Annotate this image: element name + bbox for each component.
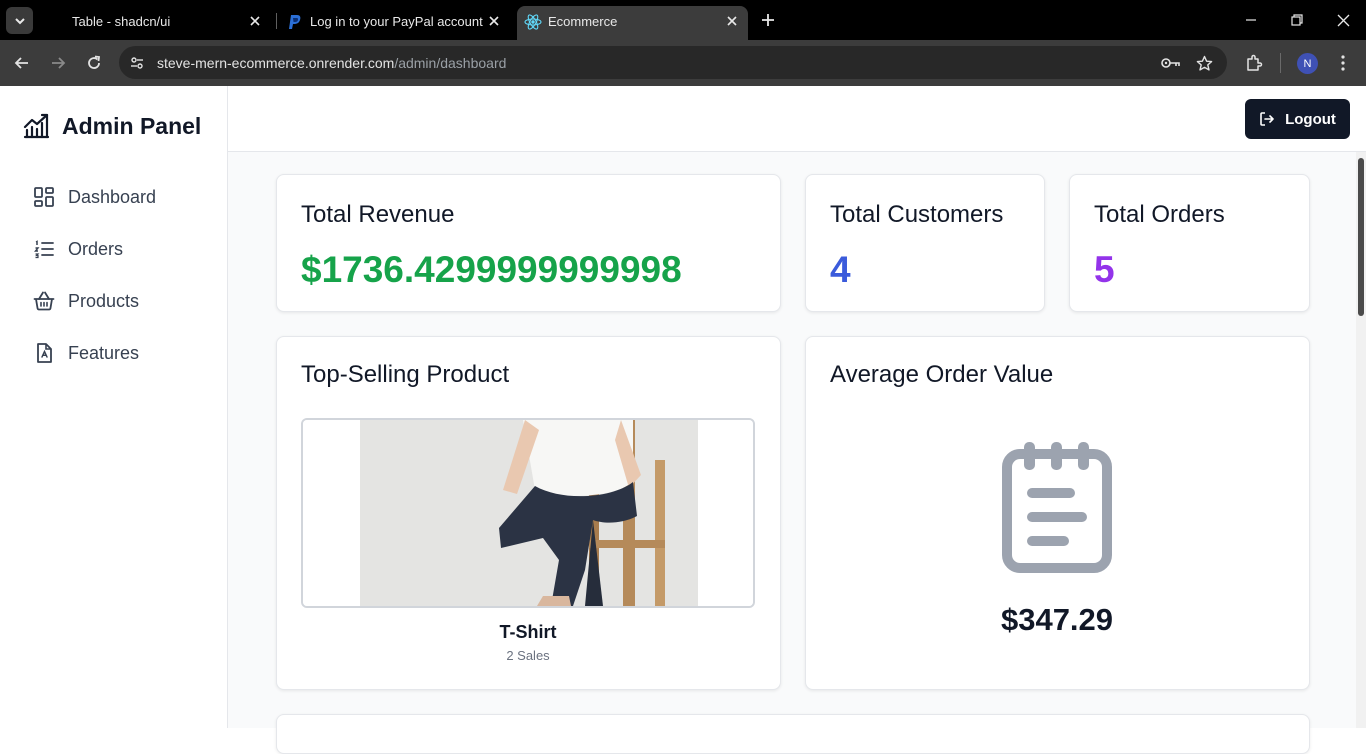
sidebar: Admin Panel Dashboard Orders Products Fe… [0,86,228,728]
reload-button[interactable] [84,53,104,73]
product-photo [303,420,753,606]
list-ordered-icon [33,238,55,260]
next-card [276,714,1310,754]
tab-shadcn-table[interactable]: Table - shadcn/ui [58,6,270,40]
average-order-value: $347.29 [1000,602,1114,637]
sidebar-item-label: Dashboard [68,186,157,207]
arrow-right-icon [52,57,66,69]
sidebar-item-orders[interactable]: Orders [33,236,123,262]
arrow-left-icon [14,57,28,69]
clipboard-list-icon [1002,438,1112,574]
logout-label: Logout [1285,110,1336,128]
url-path: /admin/dashboard [394,55,507,71]
scrollbar-thumb[interactable] [1358,158,1364,316]
total-customers-value: 4 [830,249,851,290]
site-info-icon[interactable] [127,53,147,73]
total-orders-value: 5 [1094,249,1115,290]
browser-toolbar: steve-mern-ecommerce.onrender.com/admin/… [0,40,1366,86]
close-icon[interactable] [723,12,741,30]
layout-dashboard-icon [33,186,55,208]
admin-app: Admin Panel Dashboard Orders Products Fe… [0,86,1366,754]
logout-button[interactable]: Logout [1245,99,1350,139]
sidebar-item-features[interactable]: Features [33,340,139,366]
top-header: Logout [228,86,1366,152]
url-text: steve-mern-ecommerce.onrender.com/admin/… [157,55,506,71]
profile-avatar[interactable]: N [1297,53,1318,74]
react-icon [524,13,542,31]
toolbar-separator [1280,53,1281,73]
minimize-button[interactable] [1241,10,1261,30]
close-icon[interactable] [485,12,503,30]
restore-icon [1291,14,1303,26]
tab-paypal[interactable]: Log in to your PayPal account [280,6,512,40]
card-title: Total Revenue [301,201,455,228]
sidebar-item-label: Orders [68,238,124,259]
product-sales: 2 Sales [506,648,550,663]
card-title: Average Order Value [830,361,1054,388]
bookmark-star-icon[interactable] [1194,53,1214,73]
total-customers-card: Total Customers 4 [805,174,1045,312]
close-icon [1337,14,1349,26]
tab-ecommerce[interactable]: Ecommerce [517,6,748,40]
chart-line-icon [22,112,50,140]
log-out-icon [1259,111,1275,127]
extensions-icon[interactable] [1244,53,1264,73]
restore-button[interactable] [1287,10,1307,30]
average-order-value-card: Average Order Value $347.29 [805,336,1310,690]
badge-check-icon [33,342,55,364]
tab-title: Table - shadcn/ui [72,14,171,29]
paypal-icon [288,14,302,30]
top-selling-product-card: Top-Selling Product T-Shirt 2 Sales [276,336,781,690]
sidebar-item-products[interactable]: Products [33,288,139,314]
brand-title: Admin Panel [62,112,202,139]
tab-title: Ecommerce [548,14,618,29]
plus-icon [762,14,774,26]
card-title: Total Customers [830,201,1004,228]
tab-search-button[interactable] [6,7,33,34]
shopping-basket-icon [33,290,55,312]
password-key-icon[interactable] [1161,53,1181,73]
tab-separator [276,13,277,29]
address-bar[interactable]: steve-mern-ecommerce.onrender.com/admin/… [119,46,1227,79]
back-button[interactable] [12,53,32,73]
url-host: steve-mern-ecommerce.onrender.com [157,55,395,71]
tab-title: Log in to your PayPal account [310,14,483,29]
chevron-down-icon [14,17,25,24]
sidebar-item-label: Features [68,342,140,363]
minimize-icon [1246,19,1256,21]
total-revenue-value: $1736.4299999999998 [301,249,682,290]
browser-menu-icon[interactable] [1333,53,1353,73]
new-tab-button[interactable] [758,10,778,30]
brand[interactable]: Admin Panel [22,112,201,140]
card-title: Top-Selling Product [301,361,510,388]
product-image[interactable] [301,418,755,608]
reload-icon [88,55,101,69]
card-title: Total Orders [1094,201,1225,228]
product-name: T-Shirt [499,622,557,642]
total-revenue-card: Total Revenue $1736.4299999999998 [276,174,781,312]
browser-tab-bar: Table - shadcn/ui Log in to your PayPal … [0,0,1366,40]
forward-button[interactable] [48,53,68,73]
close-window-button[interactable] [1333,10,1353,30]
close-icon[interactable] [246,12,264,30]
sidebar-item-dashboard[interactable]: Dashboard [33,184,156,210]
sidebar-item-label: Products [68,290,140,311]
total-orders-card: Total Orders 5 [1069,174,1310,312]
